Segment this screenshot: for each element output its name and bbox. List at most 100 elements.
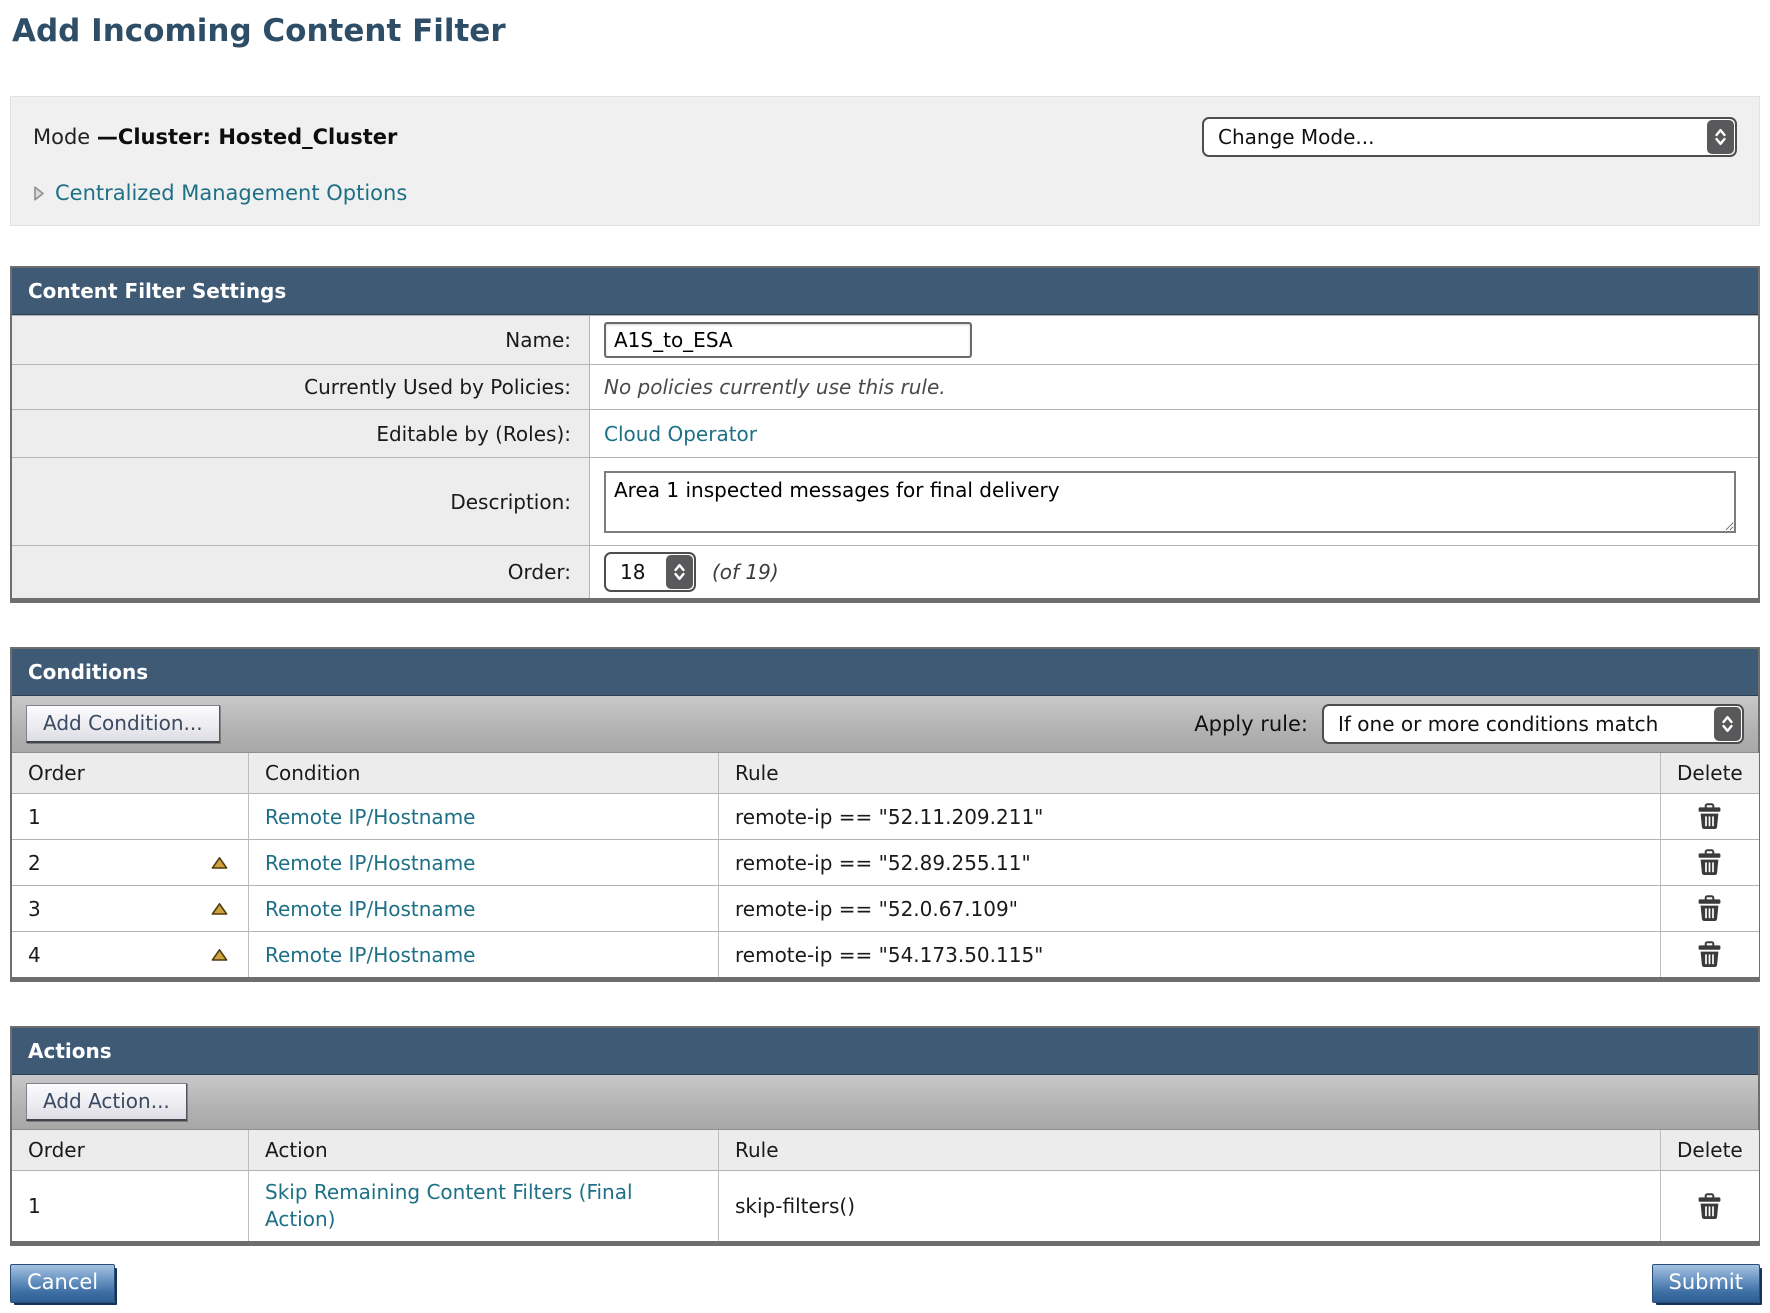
trash-icon [1697,895,1722,922]
settings-panel-header: Content Filter Settings [12,268,1758,315]
condition-row-rule: remote-ip == "54.173.50.115" [718,931,1660,977]
condition-row-rule: remote-ip == "52.11.209.211" [718,793,1660,839]
actions-panel-header: Actions [12,1028,1758,1075]
policies-value: No policies currently use this rule. [604,375,946,399]
content-filter-settings-panel: Content Filter Settings Name: Currently … [10,266,1760,603]
mode-text: Mode —Cluster: Hosted_Cluster [33,125,397,149]
order-number: 3 [28,897,41,921]
action-row-delete [1660,1170,1759,1241]
apply-rule-select[interactable]: If one or more conditions match [1322,704,1744,744]
add-action-button[interactable]: Add Action... [26,1083,187,1121]
submit-button[interactable]: Submit [1652,1264,1761,1303]
condition-row-condition: Remote IP/Hostname [248,885,718,931]
description-row: Description: Area 1 inspected messages f… [12,457,1758,545]
condition-row-condition: Remote IP/Hostname [248,931,718,977]
order-number: 4 [28,943,41,967]
actions-table: Order Action Rule Delete 1 Skip Remainin… [12,1130,1758,1241]
select-stepper-icon [666,555,693,589]
order-number: 1 [28,805,41,829]
policies-label: Currently Used by Policies: [12,365,590,409]
page-title: Add Incoming Content Filter [12,12,1760,50]
mode-label: Mode [33,125,97,149]
roles-row: Editable by (Roles): Cloud Operator [12,409,1758,457]
name-label: Name: [12,316,590,364]
condition-row-order: 1 [12,793,248,839]
add-condition-button[interactable]: Add Condition... [26,705,220,743]
name-row: Name: [12,315,1758,364]
condition-link[interactable]: Remote IP/Hostname [265,851,475,875]
description-textarea[interactable]: Area 1 inspected messages for final deli… [604,471,1736,533]
trash-icon [1697,849,1722,876]
trash-icon [1697,1193,1722,1220]
order-row: Order: 18 (of 19) [12,545,1758,598]
condition-link[interactable]: Remote IP/Hostname [265,805,475,829]
condition-row-condition: Remote IP/Hostname [248,793,718,839]
condition-row-delete [1660,793,1759,839]
conditions-col-rule: Rule [718,753,1660,793]
condition-row-delete [1660,931,1759,977]
name-input[interactable] [604,322,972,358]
move-up-icon [211,948,228,962]
policies-row: Currently Used by Policies: No policies … [12,364,1758,409]
change-mode-select-value: Change Mode... [1218,125,1706,149]
apply-rule-select-value: If one or more conditions match [1338,712,1713,736]
apply-rule-label: Apply rule: [1194,712,1308,736]
condition-row-delete [1660,885,1759,931]
actions-panel: Actions Add Action... Order Action Rule … [10,1026,1760,1246]
mode-panel: Mode —Cluster: Hosted_Cluster Change Mod… [10,96,1760,226]
condition-link[interactable]: Remote IP/Hostname [265,943,475,967]
conditions-table: Order Condition Rule Delete 1 Remote IP/… [12,753,1758,977]
condition-link[interactable]: Remote IP/Hostname [265,897,475,921]
delete-button[interactable] [1697,803,1722,830]
select-stepper-icon [1707,120,1734,154]
move-up-icon [211,902,228,916]
condition-row-delete [1660,839,1759,885]
change-mode-select[interactable]: Change Mode... [1202,117,1737,157]
actions-toolbar: Add Action... [12,1075,1758,1130]
condition-row-condition: Remote IP/Hostname [248,839,718,885]
cancel-button[interactable]: Cancel [10,1264,115,1303]
action-link[interactable]: Skip Remaining Content Filters (Final Ac… [265,1179,702,1233]
order-select[interactable]: 18 [604,552,696,592]
condition-row-rule: remote-ip == "52.0.67.109" [718,885,1660,931]
action-row-action: Skip Remaining Content Filters (Final Ac… [248,1170,718,1241]
move-up-button[interactable] [211,856,228,870]
disclosure-triangle-icon[interactable] [33,185,45,202]
conditions-panel: Conditions Add Condition... Apply rule: … [10,647,1760,982]
conditions-col-condition: Condition [248,753,718,793]
cloud-operator-link[interactable]: Cloud Operator [604,422,757,446]
action-row-rule: skip-filters() [718,1170,1660,1241]
condition-row-order: 4 [12,931,248,977]
move-up-button[interactable] [211,902,228,916]
delete-button[interactable] [1697,895,1722,922]
actions-col-action: Action [248,1130,718,1170]
actions-col-delete: Delete [1660,1130,1759,1170]
conditions-col-order: Order [12,753,248,793]
trash-icon [1697,941,1722,968]
order-label: Order: [12,546,590,598]
select-stepper-icon [1714,707,1741,741]
condition-row-order: 3 [12,885,248,931]
conditions-toolbar: Add Condition... Apply rule: If one or m… [12,696,1758,753]
move-up-button[interactable] [211,948,228,962]
mode-value: —Cluster: Hosted_Cluster [97,125,397,149]
order-number: 2 [28,851,41,875]
order-select-value: 18 [620,560,665,584]
delete-button[interactable] [1697,1193,1722,1220]
condition-row-rule: remote-ip == "52.89.255.11" [718,839,1660,885]
conditions-panel-header: Conditions [12,649,1758,696]
footer: Cancel Submit [10,1264,1760,1303]
description-label: Description: [12,458,590,545]
conditions-col-delete: Delete [1660,753,1759,793]
move-up-icon [211,856,228,870]
page: Add Incoming Content Filter Mode —Cluste… [0,0,1770,1313]
roles-label: Editable by (Roles): [12,410,590,457]
trash-icon [1697,803,1722,830]
condition-row-order: 2 [12,839,248,885]
delete-button[interactable] [1697,849,1722,876]
action-row-order: 1 [12,1170,248,1241]
order-number: 1 [28,1194,41,1218]
actions-col-rule: Rule [718,1130,1660,1170]
delete-button[interactable] [1697,941,1722,968]
centralized-management-link[interactable]: Centralized Management Options [55,181,407,205]
